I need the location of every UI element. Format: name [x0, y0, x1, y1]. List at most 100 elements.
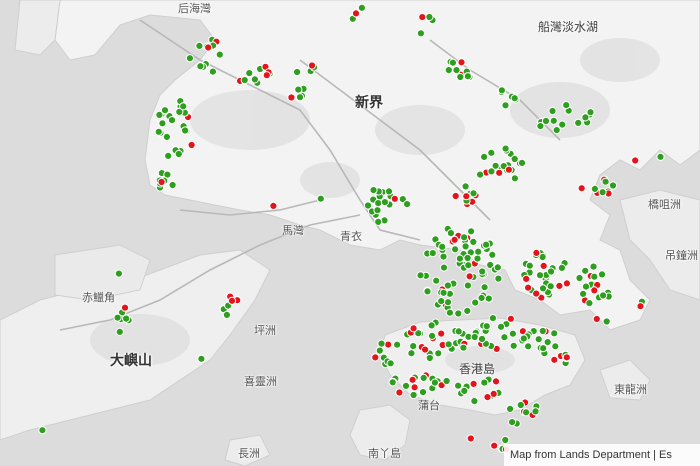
map-marker-green[interactable]: [444, 66, 453, 75]
map-marker-red[interactable]: [157, 177, 166, 187]
map-marker-green[interactable]: [430, 378, 439, 387]
map-marker-green[interactable]: [608, 181, 618, 190]
map-marker-green[interactable]: [428, 249, 437, 258]
map-marker-green[interactable]: [316, 194, 325, 203]
map-marker-green[interactable]: [443, 298, 453, 307]
map-marker-green[interactable]: [459, 343, 468, 352]
map-marker-green[interactable]: [428, 331, 437, 340]
map-marker-green[interactable]: [550, 329, 559, 338]
map-marker-green[interactable]: [463, 306, 472, 315]
map-marker-green[interactable]: [496, 322, 506, 331]
map-marker-green[interactable]: [501, 144, 510, 153]
map-marker-green[interactable]: [293, 67, 302, 77]
map-marker-green[interactable]: [154, 127, 163, 136]
map-marker-green[interactable]: [250, 75, 259, 84]
map-marker-green[interactable]: [477, 334, 487, 344]
map-marker-green[interactable]: [423, 287, 432, 296]
map-marker-green[interactable]: [510, 154, 519, 164]
map-marker-green[interactable]: [463, 253, 472, 263]
map-marker-green[interactable]: [501, 101, 510, 110]
map-marker-green[interactable]: [510, 174, 520, 183]
map-marker-green[interactable]: [469, 189, 478, 198]
map-marker-red[interactable]: [437, 329, 446, 338]
map-marker-red[interactable]: [483, 393, 492, 402]
map-marker-red[interactable]: [590, 286, 599, 295]
map-marker-green[interactable]: [295, 93, 305, 102]
map-marker-green[interactable]: [497, 86, 506, 95]
map-marker-red[interactable]: [269, 201, 278, 210]
map-marker-red[interactable]: [450, 235, 459, 244]
map-marker-red[interactable]: [592, 314, 601, 324]
map-marker-green[interactable]: [454, 381, 463, 390]
map-marker-green[interactable]: [473, 254, 482, 263]
map-marker-green[interactable]: [461, 242, 470, 251]
map-marker-green[interactable]: [590, 272, 599, 281]
map-marker-green[interactable]: [374, 199, 383, 208]
map-marker-green[interactable]: [510, 94, 519, 103]
map-marker-green[interactable]: [581, 282, 591, 291]
map-marker-green[interactable]: [487, 148, 496, 157]
map-marker-red[interactable]: [550, 355, 559, 364]
map-marker-green[interactable]: [470, 332, 479, 342]
map-marker-red[interactable]: [451, 191, 460, 201]
map-marker-green[interactable]: [181, 126, 190, 135]
map-marker-green[interactable]: [507, 418, 517, 427]
map-marker-red[interactable]: [524, 283, 533, 292]
map-marker-green[interactable]: [460, 386, 469, 395]
map-marker-green[interactable]: [539, 344, 548, 353]
map-marker-red[interactable]: [457, 58, 466, 67]
map-marker-green[interactable]: [574, 118, 583, 128]
map-marker-green[interactable]: [546, 282, 555, 291]
map-marker-green[interactable]: [167, 116, 177, 125]
map-marker-green[interactable]: [480, 378, 489, 387]
map-marker-green[interactable]: [158, 119, 167, 128]
map-marker-green[interactable]: [196, 62, 205, 71]
map-marker-green[interactable]: [590, 184, 600, 193]
map-marker-red[interactable]: [506, 314, 515, 323]
map-marker-green[interactable]: [524, 342, 533, 351]
map-marker-green[interactable]: [487, 167, 496, 176]
map-marker-green[interactable]: [384, 187, 394, 196]
map-marker-green[interactable]: [476, 170, 485, 179]
map-marker-red[interactable]: [418, 13, 427, 22]
map-marker-green[interactable]: [463, 281, 472, 290]
map-marker-green[interactable]: [598, 188, 607, 197]
map-marker-green[interactable]: [434, 349, 443, 358]
map-marker-green[interactable]: [500, 333, 509, 342]
map-marker-green[interactable]: [471, 298, 480, 307]
map-marker-green[interactable]: [38, 426, 47, 435]
map-marker-green[interactable]: [418, 388, 428, 397]
map-marker-green[interactable]: [460, 233, 469, 242]
map-marker-green[interactable]: [575, 273, 584, 283]
map-marker-red[interactable]: [466, 434, 475, 443]
map-marker-green[interactable]: [538, 284, 548, 293]
map-marker-green[interactable]: [480, 283, 489, 292]
map-marker-green[interactable]: [508, 329, 518, 338]
map-canvas[interactable]: 后海灣 船灣淡水湖 新界 橋咀洲 吊鐘洲 青衣 馬灣 赤鱲角 坪洲 大嶼山 喜靈…: [0, 0, 700, 466]
map-marker-green[interactable]: [535, 271, 545, 280]
map-marker-green[interactable]: [454, 327, 463, 336]
map-marker-green[interactable]: [474, 247, 483, 256]
map-marker-red[interactable]: [555, 281, 564, 290]
map-marker-green[interactable]: [432, 276, 441, 285]
map-marker-green[interactable]: [446, 229, 455, 238]
map-marker-green[interactable]: [557, 263, 567, 272]
map-marker-green[interactable]: [509, 341, 518, 350]
map-marker-red[interactable]: [562, 279, 572, 288]
map-marker-green[interactable]: [548, 106, 557, 116]
map-marker-green[interactable]: [519, 334, 528, 343]
map-marker-red[interactable]: [522, 274, 531, 283]
map-marker-green[interactable]: [467, 227, 476, 236]
map-marker-green[interactable]: [484, 294, 493, 303]
map-marker-red[interactable]: [490, 441, 499, 450]
map-marker-green[interactable]: [164, 151, 173, 160]
map-marker-green[interactable]: [451, 245, 460, 254]
map-marker-green[interactable]: [403, 200, 412, 209]
map-marker-red[interactable]: [390, 194, 399, 203]
map-marker-green[interactable]: [482, 322, 491, 331]
map-marker-green[interactable]: [517, 158, 527, 167]
map-marker-green[interactable]: [470, 397, 479, 406]
map-marker-green[interactable]: [425, 353, 434, 363]
map-marker-red[interactable]: [371, 353, 380, 362]
map-marker-green[interactable]: [373, 206, 382, 215]
